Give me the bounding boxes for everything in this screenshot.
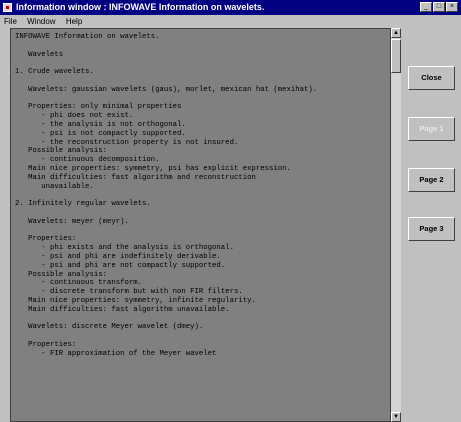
scroll-down-icon[interactable]: ▼ xyxy=(391,412,401,422)
text-line: - psi and phi are indefinitely derivable… xyxy=(15,252,221,261)
text-line: Possible analysis: xyxy=(15,147,107,156)
text-line: - continuous transform. xyxy=(15,279,142,288)
info-text: INFOWAVE Information on wavelets. Wavele… xyxy=(15,33,317,358)
page-2-button[interactable]: Page 2 xyxy=(408,168,455,192)
close-button[interactable]: Close xyxy=(408,66,455,90)
vertical-scrollbar[interactable]: ▲ ▼ xyxy=(391,28,401,422)
text-line: Main difficulties: fast algorithm unavai… xyxy=(15,305,230,314)
title-bar[interactable]: Information window : INFOWAVE Informatio… xyxy=(0,0,461,15)
text-line: - continuous decomposition. xyxy=(15,156,160,165)
text-line: INFOWAVE Information on wavelets. xyxy=(15,33,160,41)
text-line: - phi does not exist. xyxy=(15,112,134,121)
scroll-thumb[interactable] xyxy=(391,39,401,73)
text-line: 2. Infinitely regular wavelets. xyxy=(15,200,151,209)
app-icon xyxy=(3,3,12,12)
text-line: unavailable. xyxy=(15,182,94,191)
page-1-button[interactable]: Page 1 xyxy=(408,117,455,141)
menu-bar: File Window Help xyxy=(0,16,461,28)
close-icon[interactable]: × xyxy=(446,2,458,12)
text-line: Properties: only minimal properties xyxy=(15,103,182,112)
text-line: - psi is not compactly supported. xyxy=(15,129,186,138)
text-line: Possible analysis: xyxy=(15,270,107,279)
scroll-up-icon[interactable]: ▲ xyxy=(391,28,401,38)
information-window: Information window : INFOWAVE Informatio… xyxy=(0,0,461,422)
menu-help[interactable]: Help xyxy=(62,16,86,28)
text-line: Wavelets: discrete Meyer wavelet (dmey). xyxy=(15,323,204,332)
text-line: Main nice properties: symmetry, psi has … xyxy=(15,164,291,173)
window-controls: _ □ × xyxy=(420,2,458,12)
text-line: - the reconstruction property is not ins… xyxy=(15,138,239,147)
text-line: - phi exists and the analysis is orthogo… xyxy=(15,244,234,253)
window-title: Information window : INFOWAVE Informatio… xyxy=(16,2,265,12)
text-line: - FIR approximation of the Meyer wavelet xyxy=(15,349,217,358)
minimize-icon[interactable]: _ xyxy=(420,2,432,12)
text-line: - psi and phi are not compactly supporte… xyxy=(15,261,226,270)
menu-window[interactable]: Window xyxy=(23,16,59,28)
info-text-area[interactable]: INFOWAVE Information on wavelets. Wavele… xyxy=(10,28,391,422)
text-line: Properties: xyxy=(15,235,77,244)
text-line: 1. Crude wavelets. xyxy=(15,68,94,77)
text-line: Properties: xyxy=(15,340,77,349)
text-line: - the analysis is not orthogonal. xyxy=(15,120,186,129)
text-line: - discrete transform but with non FIR fi… xyxy=(15,288,243,297)
text-line: Wavelets: gaussian wavelets (gaus), morl… xyxy=(15,85,318,94)
maximize-icon[interactable]: □ xyxy=(433,2,445,12)
page-3-button[interactable]: Page 3 xyxy=(408,217,455,241)
text-line: Main difficulties: fast algorithm and re… xyxy=(15,173,256,182)
text-line: Wavelets: meyer (meyr). xyxy=(15,217,129,226)
text-line: Main nice properties: symmetry, infinite… xyxy=(15,296,256,305)
menu-file[interactable]: File xyxy=(0,16,21,28)
text-line: Wavelets xyxy=(15,50,64,59)
